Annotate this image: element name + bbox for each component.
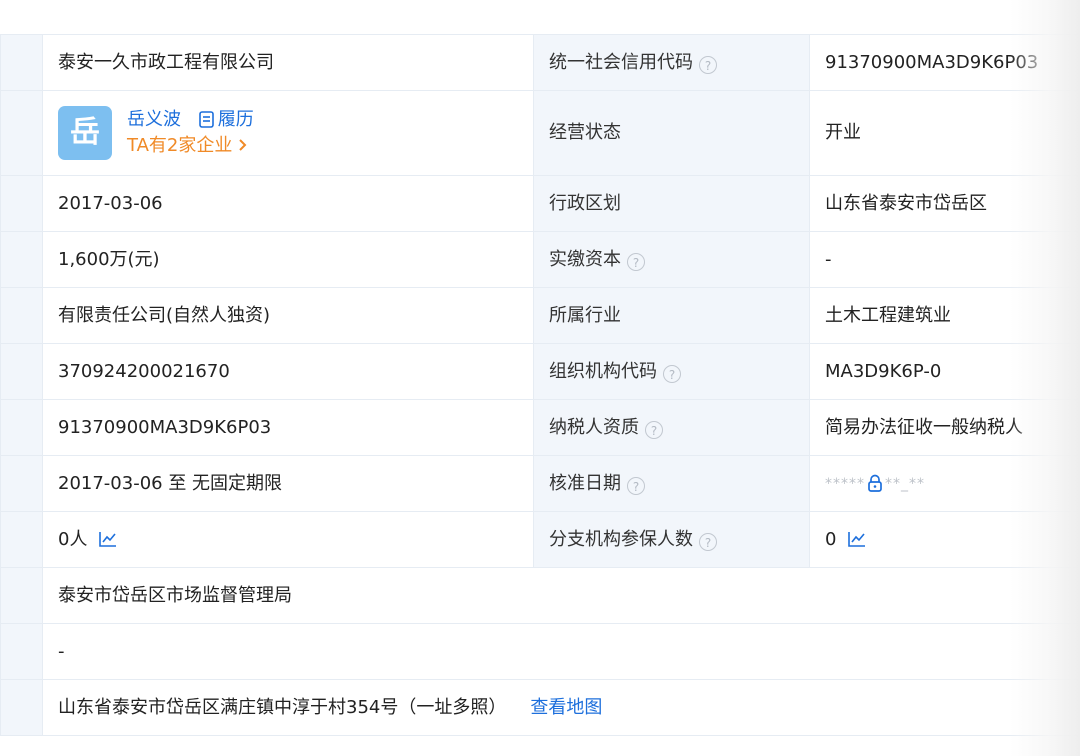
help-icon[interactable]: ? [627,252,645,271]
help-icon[interactable]: ? [645,420,663,439]
row-label-cell [0,567,43,624]
row-label-cell [0,511,43,568]
view-map-link[interactable]: 查看地图 [530,697,602,718]
person-name-link[interactable]: 岳义波 [127,109,181,130]
table-row: 岳 岳义波 履历 TA有2家企业 经营状态 开业 [0,90,1080,176]
table-row: 91370900MA3D9K6P03 纳税人资质? 简易办法征收一般纳税人 [0,399,1080,456]
table-row: 2017-03-06 至 无固定期限 核准日期? ***** **_** [0,455,1080,512]
row-label-cell [0,34,43,91]
avatar[interactable]: 岳 [58,106,112,160]
row-label-cell [0,287,43,344]
table-row: 泰安市岱岳区市场监督管理局 [0,567,1080,624]
table-row: - [0,623,1080,680]
help-icon[interactable]: ? [699,532,717,551]
business-status-label: 经营状态 [533,90,810,176]
former-name-value: - [42,623,1080,680]
table-row: 0人 分支机构参保人数? 0 [0,511,1080,568]
org-code-label: 组织机构代码? [533,343,810,400]
table-row: 370924200021670 组织机构代码? MA3D9K6P-0 [0,343,1080,400]
registered-address-value: 山东省泰安市岱岳区满庄镇中淳于村354号（一址多照） 查看地图 [42,679,1080,736]
credit-code-value: 91370900MA3D9K6P03 [809,34,1080,91]
table-row: 泰安一久市政工程有限公司 统一社会信用代码? 91370900MA3D9K6P0… [0,34,1080,91]
table-row: 山东省泰安市岱岳区满庄镇中淳于村354号（一址多照） 查看地图 [0,679,1080,736]
company-info-table: 泰安一久市政工程有限公司 统一社会信用代码? 91370900MA3D9K6P0… [0,34,1080,736]
help-icon[interactable]: ? [699,55,717,74]
row-label-cell [0,343,43,400]
established-date-value: 2017-03-06 [42,175,534,232]
taxpayer-id-value: 91370900MA3D9K6P03 [42,399,534,456]
approval-date-label: 核准日期? [533,455,810,512]
org-code-value: MA3D9K6P-0 [809,343,1080,400]
registration-number-value: 370924200021670 [42,343,534,400]
credit-code-label: 统一社会信用代码? [533,34,810,91]
trend-chart-icon[interactable] [848,531,866,547]
row-label-cell [0,679,43,736]
branch-insured-value: 0 [809,511,1080,568]
admin-region-label: 行政区划 [533,175,810,232]
chevron-right-icon [239,139,247,151]
branch-insured-label: 分支机构参保人数? [533,511,810,568]
company-type-value: 有限责任公司(自然人独资) [42,287,534,344]
row-label-cell [0,455,43,512]
registration-authority-value: 泰安市岱岳区市场监督管理局 [42,567,1080,624]
paid-capital-value: - [809,231,1080,288]
paid-capital-label: 实缴资本? [533,231,810,288]
registered-capital-value: 1,600万(元) [42,231,534,288]
admin-region-value: 山东省泰安市岱岳区 [809,175,1080,232]
insured-count-value: 0人 [42,511,534,568]
row-label-cell [0,399,43,456]
table-row: 1,600万(元) 实缴资本? - [0,231,1080,288]
company-name-value: 泰安一久市政工程有限公司 [42,34,534,91]
row-label-cell [0,90,43,176]
legal-person-cell: 岳 岳义波 履历 TA有2家企业 [42,90,534,176]
table-row: 2017-03-06 行政区划 山东省泰安市岱岳区 [0,175,1080,232]
trend-chart-icon[interactable] [99,531,117,547]
resume-link[interactable]: 履历 [198,109,254,130]
row-label-cell [0,175,43,232]
taxpayer-qualification-label: 纳税人资质? [533,399,810,456]
taxpayer-qualification-value: 简易办法征收一般纳税人 [809,399,1080,456]
related-companies-link[interactable]: TA有2家企业 [127,135,254,157]
approval-date-value[interactable]: ***** **_** [809,455,1080,512]
help-icon[interactable]: ? [627,476,645,495]
industry-value: 土木工程建筑业 [809,287,1080,344]
business-term-value: 2017-03-06 至 无固定期限 [42,455,534,512]
industry-label: 所属行业 [533,287,810,344]
business-status-value: 开业 [809,90,1080,176]
resume-doc-icon [198,111,214,128]
help-icon[interactable]: ? [663,364,681,383]
row-label-cell [0,231,43,288]
table-row: 有限责任公司(自然人独资) 所属行业 土木工程建筑业 [0,287,1080,344]
lock-icon[interactable] [867,474,883,492]
row-label-cell [0,623,43,680]
